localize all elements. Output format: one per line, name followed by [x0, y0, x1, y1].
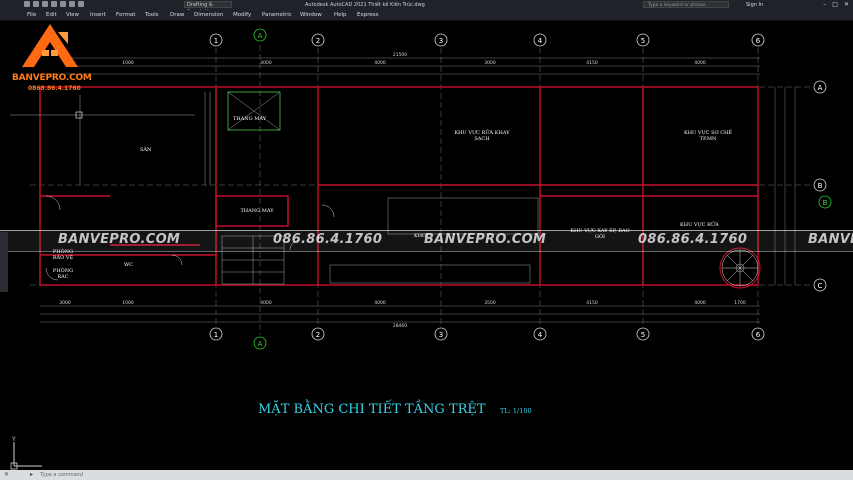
grid-label-1: 1: [214, 37, 218, 45]
room-so-che: KHU VỰC SƠ CHẾ TP.MN: [683, 130, 733, 142]
drawing-scale: TL: 1/100: [500, 407, 532, 415]
ucs-icon: Y: [10, 436, 42, 470]
command-input[interactable]: Type a command: [40, 471, 240, 479]
menu-express[interactable]: Express: [357, 12, 378, 18]
sign-in-button[interactable]: Sign In: [746, 2, 763, 8]
svg-text:3000: 3000: [484, 60, 496, 66]
app-title: Autodesk AutoCAD 2021 Thiết kế Kiến Trúc…: [305, 2, 425, 8]
maximize-icon[interactable]: □: [832, 1, 838, 8]
watermark-site-2: BANVEPRO.COM: [424, 232, 547, 247]
svg-text:1000: 1000: [122, 300, 134, 306]
open-icon[interactable]: [33, 1, 39, 7]
search-input[interactable]: Type a keyword or phrase: [643, 1, 729, 8]
grid-label-4: 4: [538, 37, 543, 45]
svg-text:A: A: [258, 340, 263, 348]
menu-help[interactable]: Help: [334, 12, 347, 18]
new-icon[interactable]: [24, 1, 30, 7]
close-icon[interactable]: ✕: [844, 1, 849, 8]
dim-bottom-total: 28460: [393, 323, 407, 329]
redo-icon[interactable]: [78, 1, 84, 7]
menu-dimension[interactable]: Dimension: [194, 12, 223, 18]
logo-brand: BANVEPRO.COM: [12, 73, 92, 83]
menu-modify[interactable]: Modify: [233, 12, 251, 18]
room-rua-khay: KHU VỰC RỬA KHAY SẠCH: [454, 130, 510, 142]
room-phong-rac: PHÒNG RÁC: [52, 268, 74, 280]
svg-text:4000: 4000: [260, 300, 272, 306]
saveas-icon[interactable]: [51, 1, 57, 7]
title-bar: Drafting & Annotation Autodesk AutoCAD 2…: [0, 0, 853, 15]
grid-label-b: B: [818, 182, 823, 190]
svg-text:A: A: [258, 32, 263, 40]
room-rua: KHU VỰC RỬA: [680, 222, 719, 228]
dim-top-total: 21500: [393, 52, 407, 58]
grid-label-6b: 6: [756, 331, 761, 339]
svg-text:Y: Y: [11, 436, 16, 443]
grid-bubble-labels: 1 2 3 4 5 6 1 2 3 4 5 6 A B C: [214, 37, 823, 339]
command-prompt-icon: ▸: [30, 471, 34, 478]
spiral-stair: [721, 249, 759, 287]
grid-label-3b: 3: [439, 331, 443, 339]
menu-format[interactable]: Format: [116, 12, 135, 18]
watermark-site-1: BANVEPRO.COM: [58, 232, 181, 247]
side-palette-strip[interactable]: [0, 232, 8, 292]
room-thang-may: THANG MÁY: [240, 208, 274, 214]
menu-window[interactable]: Window: [300, 12, 322, 18]
walls: [39, 86, 759, 286]
grid-label-6: 6: [756, 37, 761, 45]
grid-label-4b: 4: [538, 331, 543, 339]
file-name: Thiết kế Kiến Trúc.dwg: [368, 2, 425, 8]
svg-text:4150: 4150: [586, 60, 598, 66]
svg-text:4000: 4000: [374, 300, 386, 306]
room-san: SÂN: [140, 147, 152, 153]
grid-label-3: 3: [439, 37, 443, 45]
svg-text:3000: 3000: [59, 300, 71, 306]
grid-label-5b: 5: [641, 331, 645, 339]
grid-label-2: 2: [316, 37, 320, 45]
menu-draw[interactable]: Draw: [170, 12, 184, 18]
menu-tools[interactable]: Tools: [145, 12, 159, 18]
logo-phone: 0868.86.4.1760: [28, 85, 81, 92]
grid-label-c: C: [818, 282, 823, 290]
svg-text:4150: 4150: [586, 300, 598, 306]
grid-axes: [30, 45, 812, 335]
undo-icon[interactable]: [69, 1, 75, 7]
watermark-phone-1: 086.86.4.1760: [273, 232, 383, 247]
svg-text:1000: 1000: [122, 60, 134, 66]
window-controls: – □ ✕: [823, 1, 849, 8]
command-line: ✕ ▸ Type a command: [0, 470, 853, 480]
room-thang-may-top: THANG MÁY: [233, 116, 267, 122]
grid-label-a: A: [818, 84, 823, 92]
watermark-site-3: BANVEPRO: [808, 232, 853, 247]
svg-text:4000: 4000: [694, 300, 706, 306]
svg-text:4000: 4000: [374, 60, 386, 66]
grid-bubbles-top: [209, 33, 827, 341]
svg-text:3500: 3500: [484, 300, 496, 306]
grid-label-5: 5: [641, 37, 645, 45]
workspace-dropdown[interactable]: Drafting & Annotation: [184, 1, 232, 15]
save-icon[interactable]: [42, 1, 48, 7]
print-icon[interactable]: [60, 1, 66, 7]
grid-label-2b: 2: [316, 331, 320, 339]
svg-text:4000: 4000: [694, 60, 706, 66]
menu-parametric[interactable]: Parametric: [262, 12, 292, 18]
close-command-icon[interactable]: ✕: [4, 471, 9, 478]
svg-text:4000: 4000: [260, 60, 272, 66]
app-name: Autodesk AutoCAD 2021: [305, 2, 367, 8]
dimension-lines: [40, 57, 796, 323]
room-wc: WC: [124, 262, 133, 268]
watermark-phone-2: 086.86.4.1760: [638, 232, 748, 247]
drawing-title: MẶT BẰNG CHI TIẾT TẦNG TRỆT: [258, 402, 486, 417]
svg-text:B: B: [823, 199, 828, 207]
grid-label-1b: 1: [214, 331, 218, 339]
minimize-icon[interactable]: –: [823, 1, 826, 8]
svg-text:1700: 1700: [734, 300, 746, 306]
quick-access-toolbar: [24, 1, 84, 7]
